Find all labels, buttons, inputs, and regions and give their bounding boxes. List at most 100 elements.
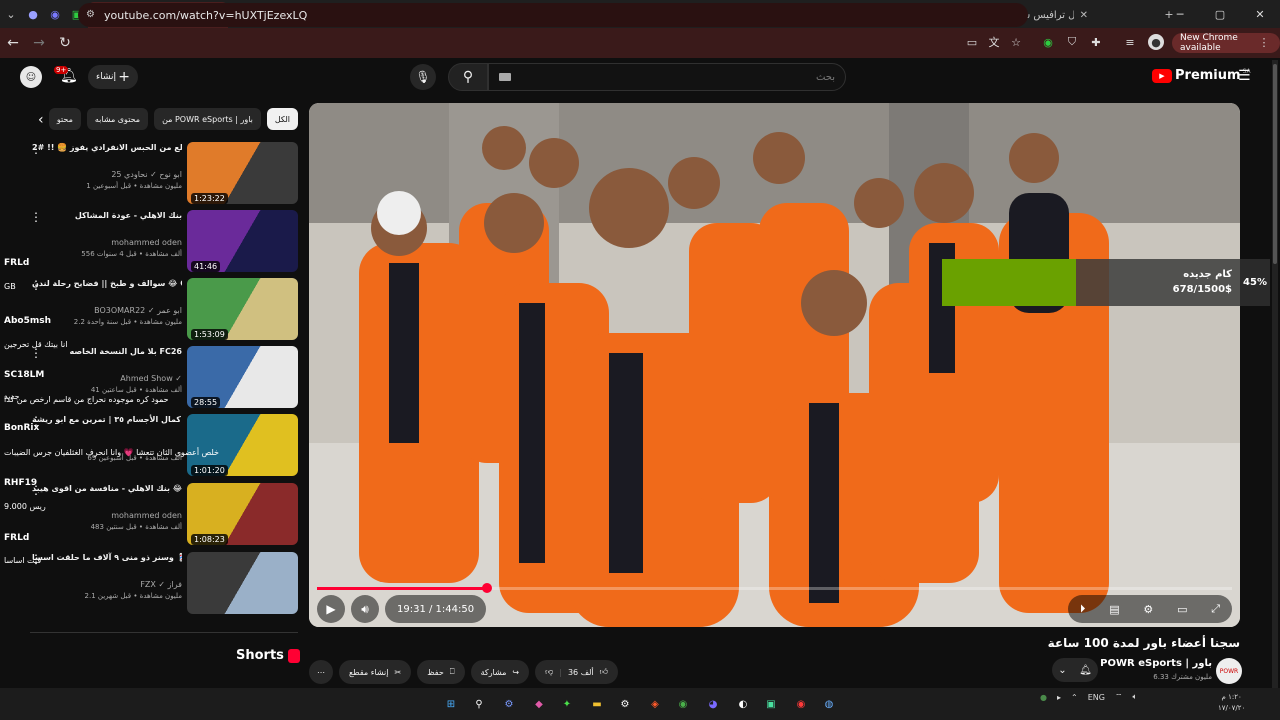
voice-search-mic-icon[interactable]: 🎙︎ (410, 64, 436, 90)
tray-chevron-icon[interactable]: ⌃ (1071, 693, 1078, 702)
more-actions-button[interactable]: ⋯ (309, 660, 333, 684)
maximize-button[interactable]: ▢ (1200, 0, 1240, 28)
filter-chip[interactable]: محتوى مشابه (86, 108, 149, 130)
forward-button[interactable]: → (26, 30, 52, 56)
channel-name[interactable]: Ahmed Show ✓ (120, 374, 182, 383)
filter-chip[interactable]: محتو (48, 108, 81, 130)
settings-gear-icon[interactable]: ⚙ (1143, 603, 1153, 616)
channel-name[interactable]: BO3OMAR22 ✓ ابو عمر (94, 306, 182, 315)
channel-name[interactable]: mohammed oden (111, 511, 182, 520)
steam-icon[interactable]: ◍ (818, 693, 840, 715)
tab-search-icon[interactable]: ⌄ (0, 3, 22, 25)
video-title[interactable]: سوالف و طبخ || فضايح رحلة لندن 😂 GB (32, 278, 182, 290)
file-explorer-icon[interactable]: ▬ (586, 693, 608, 715)
search-input[interactable]: بحث (488, 63, 846, 91)
bookmark-star-icon[interactable]: ☆ (1008, 34, 1024, 50)
minimize-button[interactable]: ─ (1160, 0, 1200, 28)
goal-title: كام جديده (1183, 269, 1232, 280)
network-icon[interactable]: ⌔ (1115, 692, 1123, 702)
video-title[interactable]: رحلة كمال الأجسام ٣٥ | تمرين مع ابو ريشة… (32, 414, 182, 426)
filter-chip[interactable]: الكل (266, 108, 298, 130)
more-options-icon[interactable]: ⋮ (30, 142, 42, 156)
channel-avatar[interactable]: POWR (1216, 658, 1242, 684)
video-thumbnail[interactable] (187, 552, 298, 614)
tab-close-icon[interactable]: ✕ (1080, 10, 1088, 21)
subtitles-icon[interactable]: ▤ (1109, 603, 1119, 616)
discord-icon[interactable]: ◕ (702, 693, 724, 715)
video-title[interactable]: اخر شخص يطلع من الحبس الانفرادي يفوز 🍔 !… (32, 142, 182, 154)
video-title[interactable]: من هو اسوأ حلاق 💈 وسنر ذو منى ٩ آلاف ما … (32, 552, 182, 564)
app-icon-2[interactable]: ✦ (556, 693, 578, 715)
reload-button[interactable]: ↻ (52, 30, 78, 56)
recommended-video[interactable]: 1:23:22 اخر شخص يطلع من الحبس الانفرادي ي… (0, 142, 300, 206)
filter-chip[interactable]: من POWR eSports | باور (154, 108, 261, 130)
search-button[interactable]: ⚲ (448, 63, 488, 91)
channel-name[interactable]: ابو نوح ✓ نحاودي 25 (111, 170, 182, 179)
theater-mode-icon[interactable]: ▭ (1177, 603, 1187, 616)
extension-icon[interactable]: ◉ (1040, 34, 1056, 50)
chrome-menu-icon[interactable]: ⋮ (1256, 34, 1272, 50)
chat-text: فيت اساسا (4, 556, 42, 565)
channel-name[interactable]: POWR eSports | باور (1100, 658, 1212, 669)
back-button[interactable]: ← (0, 30, 26, 56)
recommended-video[interactable]: 1:08:23 بنك الاهلي - منافسة من اقوى هيبد … (0, 483, 300, 547)
clip-button[interactable]: إنشاء مقطع ✂ (339, 660, 412, 684)
save-button[interactable]: حفظ ⎕ (417, 660, 465, 684)
close-window-button[interactable]: ✕ (1240, 0, 1280, 28)
app-icon-3[interactable]: ⚙ (614, 693, 636, 715)
speaker-icon[interactable]: 🔈︎ (1132, 692, 1137, 702)
translate-icon[interactable]: 文 (986, 34, 1002, 50)
play-button[interactable]: ▶ (317, 595, 345, 623)
share-button[interactable]: مشاركة ↪ (470, 660, 530, 684)
fullscreen-icon[interactable]: ⤢ (1211, 602, 1220, 616)
app-icon-1[interactable]: ◆ (528, 693, 550, 715)
chrome-icon[interactable]: ◉ (672, 693, 694, 715)
record-app-icon[interactable]: ◉ (790, 693, 812, 715)
video-title[interactable]: بنك الاهلي - عودة المشاكل (32, 210, 182, 222)
like-icon[interactable]: 👍︎ (600, 667, 608, 677)
goal-amount: 678/1500$ (1172, 284, 1232, 295)
start-icon[interactable]: ⊞ (440, 693, 462, 715)
keyboard-icon[interactable] (499, 73, 511, 81)
youtube-premium-logo[interactable]: ▶ Premium SA (1152, 68, 1251, 83)
seek-bar[interactable] (317, 583, 1232, 593)
recommended-video[interactable]: 1:53:09 سوالف و طبخ || فضايح رحلة لندن 😂 … (0, 278, 300, 342)
hamburger-menu-icon[interactable]: ☰ (1238, 68, 1251, 84)
system-clock[interactable]: ١:٢٠ م ١٧/٠٧/٢٠ (1218, 692, 1245, 714)
video-title: سجنا أعضاء باور لمدة 100 ساعة (1047, 636, 1240, 650)
profile-tab-icon[interactable]: ◉ (44, 3, 66, 25)
channel-name[interactable]: FZX ✓ فراز (140, 580, 182, 589)
dislike-icon[interactable]: 👎︎ (545, 667, 553, 677)
autoplay-toggle-icon[interactable]: ⏵ (1080, 602, 1086, 616)
recommended-video[interactable]: من هو اسوأ حلاق 💈 وسنر ذو منى ٩ آلاف ما … (0, 552, 300, 616)
create-button[interactable]: إنشاء + (88, 65, 138, 89)
extensions-puzzle-icon[interactable]: ✚ (1088, 34, 1104, 50)
more-options-icon[interactable]: ⋮ (30, 278, 42, 292)
site-info-icon[interactable]: ⚙ (86, 9, 95, 20)
channel-name[interactable]: mohammed oden (111, 238, 182, 247)
cast-icon[interactable]: ▭ (964, 34, 980, 50)
tray-app-icon[interactable]: ● (1040, 693, 1047, 702)
reading-list-icon[interactable]: ≡ (1122, 34, 1138, 50)
app-icon-4[interactable]: ◐ (732, 693, 754, 715)
notification-subscribe-button[interactable]: ⌄ 🔔︎ (1052, 658, 1098, 682)
settings-app-icon[interactable]: ⚙ (498, 693, 520, 715)
more-options-icon[interactable]: ⋮ (30, 210, 42, 224)
brave-icon[interactable]: ◈ (644, 693, 666, 715)
chat-message: فيت اساسا (4, 556, 41, 565)
recommended-video[interactable]: 41:46 بنك الاهلي - عودة المشاكل mohammed o… (0, 210, 300, 274)
recommended-video[interactable]: 1:01:20 رحلة كمال الأجسام ٣٥ | تمرين مع ا… (0, 414, 300, 478)
profile-avatar-icon[interactable]: ● (1148, 34, 1164, 50)
account-avatar[interactable]: ☺ (20, 66, 42, 88)
shield-icon[interactable]: ⛉ (1064, 34, 1080, 50)
taskbar-search-icon[interactable]: ⚲ (468, 693, 490, 715)
tab-group-icon[interactable]: ● (22, 3, 44, 25)
page-scrollbar-thumb[interactable] (1273, 64, 1277, 264)
tray-arrow-icon[interactable]: ▸ (1057, 693, 1061, 702)
video-player[interactable]: ▶ 🔊︎ 19:31 / 1:44:50 ⏵ ▤ ⚙ ▭ ⤢ (309, 103, 1240, 627)
url-bar[interactable]: ⚙ youtube.com/watch?v=hUXTjEzexLQ (78, 3, 1028, 27)
mute-button[interactable]: 🔊︎ (351, 595, 379, 623)
app-icon-5[interactable]: ▣ (760, 693, 782, 715)
video-title[interactable]: بنك الاهلي - منافسة من اقوى هيبد 😂 (32, 483, 182, 495)
language-indicator[interactable]: ENG (1088, 693, 1105, 702)
